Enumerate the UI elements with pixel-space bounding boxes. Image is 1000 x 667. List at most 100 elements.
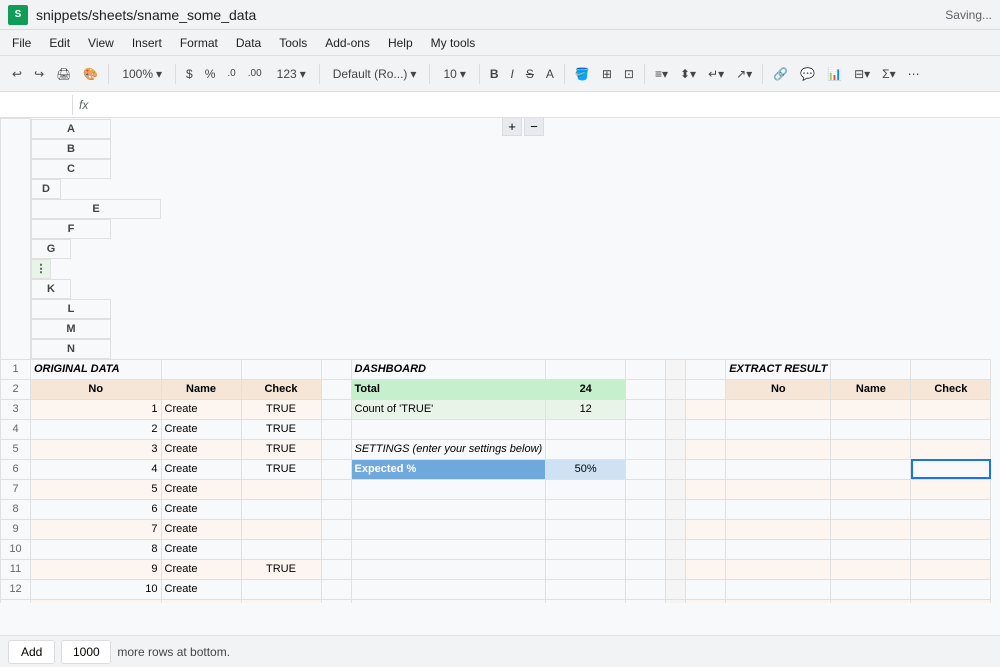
- cell-2-N[interactable]: Check: [911, 379, 991, 399]
- cell-10-B[interactable]: Create: [161, 539, 241, 559]
- cell-8-D[interactable]: [321, 499, 351, 519]
- cell-10-E[interactable]: [351, 539, 546, 559]
- cell-8-C[interactable]: [241, 499, 321, 519]
- cell-13-D[interactable]: [321, 599, 351, 603]
- col-header-l[interactable]: L: [31, 299, 111, 319]
- paint-button[interactable]: 🎨: [79, 61, 102, 87]
- col-header-c[interactable]: C: [31, 159, 111, 179]
- cell-6-L[interactable]: [726, 459, 831, 479]
- cell-9-L[interactable]: [726, 519, 831, 539]
- menu-addons[interactable]: Add-ons: [317, 34, 378, 52]
- cell-10-D[interactable]: [321, 539, 351, 559]
- cell-7-N[interactable]: [911, 479, 991, 499]
- cell-12-B[interactable]: Create: [161, 579, 241, 599]
- cell-3-M[interactable]: [831, 399, 911, 419]
- cell-8-G[interactable]: [626, 499, 666, 519]
- cell-9-C[interactable]: [241, 519, 321, 539]
- menu-insert[interactable]: Insert: [124, 34, 170, 52]
- cell-3-F[interactable]: 12: [546, 399, 626, 419]
- cell-2-K[interactable]: [686, 379, 726, 399]
- document-title[interactable]: snippets/sheets/sname_some_data: [36, 7, 937, 23]
- freeze-add-icon[interactable]: +: [502, 118, 522, 136]
- cell-6-M[interactable]: [831, 459, 911, 479]
- cell-8-F[interactable]: [546, 499, 626, 519]
- cell-2-L[interactable]: No: [726, 379, 831, 399]
- cell-12-N[interactable]: [911, 579, 991, 599]
- wrap-button[interactable]: ↵▾: [704, 61, 728, 87]
- cell-8-K[interactable]: [686, 499, 726, 519]
- cell-13-K[interactable]: [686, 599, 726, 603]
- cell-8-N[interactable]: [911, 499, 991, 519]
- cell-7-M[interactable]: [831, 479, 911, 499]
- cell-3-L[interactable]: [726, 399, 831, 419]
- cell-4-L[interactable]: [726, 419, 831, 439]
- cell-5-A[interactable]: 3: [31, 439, 162, 459]
- cell-6-C[interactable]: TRUE: [241, 459, 321, 479]
- borders-button[interactable]: ⊞: [598, 61, 616, 87]
- cell-3-N[interactable]: [911, 399, 991, 419]
- cell-4-N[interactable]: [911, 419, 991, 439]
- cell-12-E[interactable]: [351, 579, 546, 599]
- cell-4-D[interactable]: [321, 419, 351, 439]
- cell-5-E[interactable]: SETTINGS (enter your settings below): [351, 439, 546, 459]
- cell-4-F[interactable]: [546, 419, 626, 439]
- cell-1-A[interactable]: ORIGINAL DATA: [31, 359, 162, 379]
- cell-3-A[interactable]: 1: [31, 399, 162, 419]
- cell-5-C[interactable]: TRUE: [241, 439, 321, 459]
- cell-6-D[interactable]: [321, 459, 351, 479]
- cell-6-G[interactable]: [626, 459, 666, 479]
- menu-view[interactable]: View: [80, 34, 122, 52]
- cell-8-A[interactable]: 6: [31, 499, 162, 519]
- cell-6-F[interactable]: 50%: [546, 459, 626, 479]
- menu-tools[interactable]: Tools: [271, 34, 315, 52]
- freeze-remove-icon[interactable]: −: [524, 118, 544, 136]
- cell-3-B[interactable]: Create: [161, 399, 241, 419]
- add-rows-button[interactable]: Add: [8, 640, 55, 664]
- menu-edit[interactable]: Edit: [41, 34, 78, 52]
- cell-10-C[interactable]: [241, 539, 321, 559]
- col-header-m[interactable]: M: [31, 319, 111, 339]
- cell-11-A[interactable]: 9: [31, 559, 162, 579]
- cell-12-L[interactable]: [726, 579, 831, 599]
- cell-9-K[interactable]: [686, 519, 726, 539]
- font-name-dropdown[interactable]: Default (Ro...) ▾: [326, 61, 424, 87]
- cell-2-D[interactable]: [321, 379, 351, 399]
- cell-13-E[interactable]: [351, 599, 546, 603]
- cell-3-G[interactable]: [626, 399, 666, 419]
- cell-1-B[interactable]: [161, 359, 241, 379]
- cell-12-M[interactable]: [831, 579, 911, 599]
- cell-13-A[interactable]: 11: [31, 599, 162, 603]
- cell-2-B[interactable]: Name: [161, 379, 241, 399]
- cell-12-G[interactable]: [626, 579, 666, 599]
- cell-3-K[interactable]: [686, 399, 726, 419]
- col-header-n[interactable]: N: [31, 339, 111, 359]
- cell-9-F[interactable]: [546, 519, 626, 539]
- cell-12-K[interactable]: [686, 579, 726, 599]
- cell-11-L[interactable]: [726, 559, 831, 579]
- cell-6-A[interactable]: 4: [31, 459, 162, 479]
- cell-2-C[interactable]: Check: [241, 379, 321, 399]
- col-header-g[interactable]: G: [31, 239, 71, 259]
- cell-9-N[interactable]: [911, 519, 991, 539]
- cell-12-D[interactable]: [321, 579, 351, 599]
- cell-2-F[interactable]: 24: [546, 379, 626, 399]
- col-header-a[interactable]: A: [31, 119, 111, 139]
- cell-13-M[interactable]: [831, 599, 911, 603]
- cell-1-F[interactable]: [546, 359, 626, 379]
- cell-7-A[interactable]: 5: [31, 479, 162, 499]
- halign-button[interactable]: ≡▾: [651, 61, 672, 87]
- cell-4-C[interactable]: TRUE: [241, 419, 321, 439]
- text-color-button[interactable]: A: [542, 61, 558, 87]
- comment-button[interactable]: 💬: [796, 61, 819, 87]
- cell-1-K[interactable]: [686, 359, 726, 379]
- cell-12-A[interactable]: 10: [31, 579, 162, 599]
- cell-10-K[interactable]: [686, 539, 726, 559]
- cell-10-G[interactable]: [626, 539, 666, 559]
- cell-9-M[interactable]: [831, 519, 911, 539]
- cell-1-G[interactable]: [626, 359, 666, 379]
- cell-5-D[interactable]: [321, 439, 351, 459]
- cell-1-N[interactable]: [911, 359, 991, 379]
- cell-10-A[interactable]: 8: [31, 539, 162, 559]
- col-header-k[interactable]: K: [31, 279, 71, 299]
- print-button[interactable]: 🖨: [52, 61, 75, 87]
